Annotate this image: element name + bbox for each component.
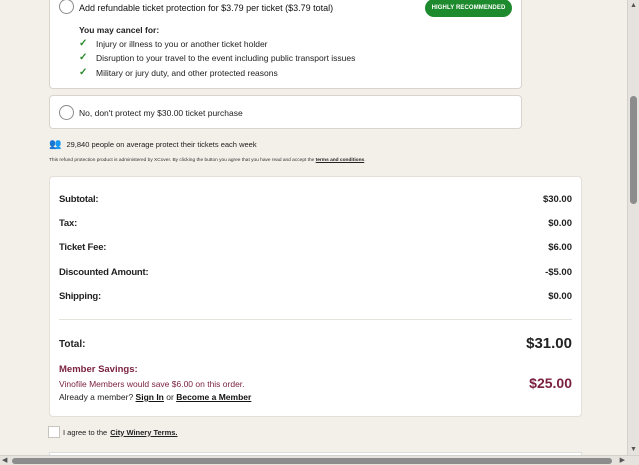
member-savings-note: Vinofile Members would save $6.00 on thi… — [59, 379, 245, 389]
protection-yes-label: Add refundable ticket protection for $3.… — [79, 3, 334, 13]
agree-checkbox[interactable] — [48, 426, 60, 438]
social-proof: 👥 29,840 people on average protect their… — [49, 139, 257, 150]
order-summary: Subtotal: $30.00 Tax: $0.00 Ticket Fee: … — [49, 176, 582, 417]
protection-option-yes[interactable]: Add refundable ticket protection for $3.… — [49, 0, 522, 89]
scroll-right-icon[interactable]: ▶ — [620, 456, 625, 464]
member-prompt: Already a member? Sign In or Become a Me… — [59, 392, 252, 402]
become-member-link[interactable]: Become a Member — [176, 392, 251, 402]
total-value: $31.00 — [526, 335, 572, 352]
agree-terms: I agree to the City Winery Terms. — [48, 426, 178, 438]
sign-in-link[interactable]: Sign In — [136, 392, 164, 402]
scroll-down-icon[interactable]: ▼ — [630, 446, 637, 453]
checkout-page: Add refundable ticket protection for $3.… — [0, 0, 627, 455]
check-icon: ✓ — [79, 38, 88, 49]
summary-divider — [59, 319, 572, 320]
scroll-left-icon[interactable]: ◀ — [2, 456, 7, 464]
vertical-scrollbar[interactable]: ▲ ▼ — [627, 0, 639, 455]
benefit-item: ✓ Military or jury duty, and other prote… — [79, 67, 278, 78]
protection-no-radio[interactable] — [59, 105, 74, 120]
scroll-up-icon[interactable]: ▲ — [630, 2, 637, 9]
total-label: Total: — [59, 339, 86, 350]
horizontal-scroll-thumb[interactable] — [12, 458, 612, 464]
protection-option-no[interactable]: No, don't protect my $30.00 ticket purch… — [49, 95, 522, 129]
horizontal-scrollbar[interactable]: ◀ ▶ — [0, 455, 639, 465]
protection-yes-radio[interactable] — [59, 0, 74, 14]
protection-disclaimer: This refund protection product is admini… — [49, 158, 366, 163]
terms-and-conditions-link[interactable]: terms and conditions — [316, 158, 365, 163]
people-icon: 👥 — [49, 139, 62, 150]
protection-no-label: No, don't protect my $30.00 ticket purch… — [79, 108, 243, 118]
recommended-badge: HIGHLY RECOMMENDED — [425, 0, 512, 17]
check-icon: ✓ — [79, 67, 88, 78]
member-savings-value: $25.00 — [529, 375, 572, 391]
benefit-item: ✓ Disruption to your travel to the event… — [79, 52, 356, 63]
vertical-scroll-thumb[interactable] — [630, 96, 637, 204]
cancel-for-heading: You may cancel for: — [79, 25, 160, 35]
city-winery-terms-link[interactable]: City Winery Terms. — [110, 428, 177, 437]
member-savings-label: Member Savings: — [59, 364, 138, 375]
benefit-item: ✓ Injury or illness to you or another ti… — [79, 38, 268, 49]
check-icon: ✓ — [79, 52, 88, 63]
